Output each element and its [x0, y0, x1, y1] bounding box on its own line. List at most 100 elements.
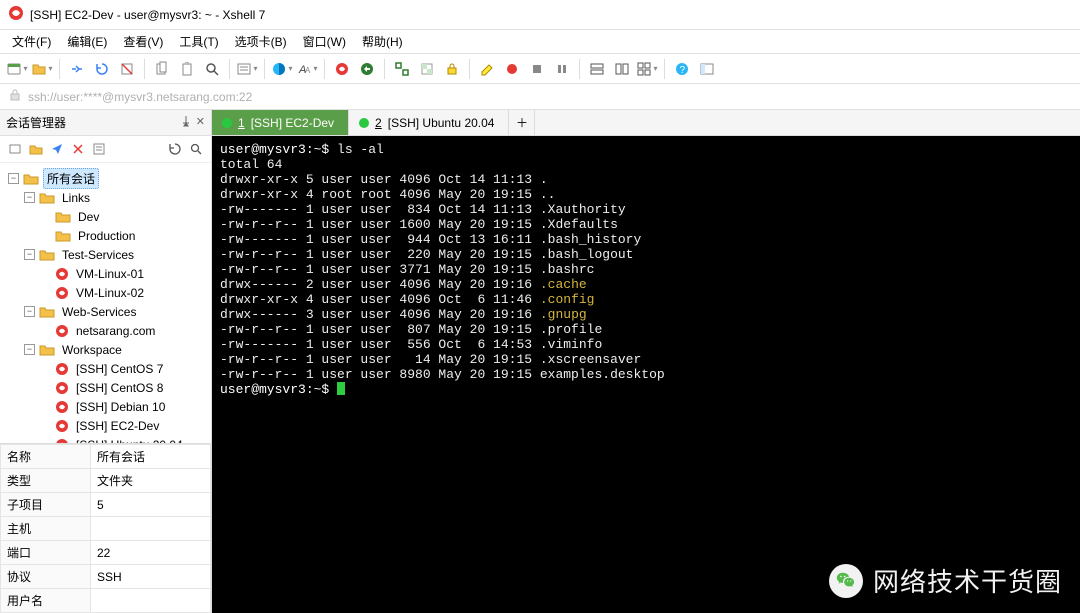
- menu-window[interactable]: 窗口(W): [295, 30, 354, 53]
- svg-text:A: A: [305, 66, 311, 75]
- sidebar-newfolder-icon[interactable]: [27, 140, 45, 158]
- sidebar-close-icon[interactable]: ✕: [196, 115, 205, 130]
- tree-links[interactable]: Links: [59, 190, 93, 206]
- addressbar: ssh://user:****@mysvr3.netsarang.com:22: [0, 84, 1080, 110]
- font-icon[interactable]: AA▾: [296, 58, 318, 80]
- properties-panel: 名称所有会话 类型文件夹 子项目5 主机 端口22 协议SSH 用户名: [0, 443, 211, 613]
- reconnect-icon[interactable]: [91, 58, 113, 80]
- properties-icon[interactable]: ▾: [236, 58, 258, 80]
- prop-row: 名称所有会话: [1, 445, 211, 469]
- stop-icon[interactable]: [526, 58, 548, 80]
- menu-view[interactable]: 查看(V): [115, 30, 171, 53]
- collapse-icon[interactable]: −: [24, 344, 35, 355]
- tab-ec2-dev[interactable]: 1 [SSH] EC2-Dev: [212, 110, 349, 135]
- pause-icon[interactable]: [551, 58, 573, 80]
- tab-ubuntu[interactable]: 2 [SSH] Ubuntu 20.04: [349, 110, 509, 135]
- tree-web-ns[interactable]: netsarang.com: [73, 323, 158, 339]
- tree-web[interactable]: Web-Services: [59, 304, 139, 320]
- window-title: [SSH] EC2-Dev - user@mysvr3: ~ - Xshell …: [30, 8, 265, 22]
- titlebar: [SSH] EC2-Dev - user@mysvr3: ~ - Xshell …: [0, 0, 1080, 30]
- tree-links-dev[interactable]: Dev: [75, 209, 102, 225]
- tree-test[interactable]: Test-Services: [59, 247, 137, 263]
- status-dot-icon: [359, 118, 369, 128]
- session-tree[interactable]: − 所有会话 − Links Dev Production: [0, 163, 211, 443]
- tile-vertical-icon[interactable]: [611, 58, 633, 80]
- sidebar-send-icon[interactable]: [48, 140, 66, 158]
- sidebar-new-icon[interactable]: [6, 140, 24, 158]
- sidebar-refresh-icon[interactable]: [166, 140, 184, 158]
- connect-icon[interactable]: [66, 58, 88, 80]
- sidebar-delete-icon[interactable]: [69, 140, 87, 158]
- session-icon: [55, 286, 69, 300]
- collapse-icon[interactable]: −: [8, 173, 19, 184]
- folder-icon: [39, 343, 55, 356]
- prop-val: SSH: [91, 565, 211, 589]
- tree-vm2[interactable]: VM-Linux-02: [73, 285, 147, 301]
- prop-row: 类型文件夹: [1, 469, 211, 493]
- new-session-icon[interactable]: ▾: [6, 58, 28, 80]
- collapse-icon[interactable]: −: [24, 306, 35, 317]
- collapse-icon[interactable]: −: [24, 249, 35, 260]
- sidebar-search-icon[interactable]: [187, 140, 205, 158]
- help-icon[interactable]: ?: [671, 58, 693, 80]
- sidebar-props-icon[interactable]: [90, 140, 108, 158]
- prop-key: 协议: [1, 565, 91, 589]
- prop-key: 名称: [1, 445, 91, 469]
- prop-key: 主机: [1, 517, 91, 541]
- tree-ws-ec2[interactable]: [SSH] EC2-Dev: [73, 418, 162, 434]
- prop-row: 用户名: [1, 589, 211, 613]
- svg-text:?: ?: [680, 65, 686, 76]
- plus-icon: ＋: [516, 114, 528, 131]
- find-icon[interactable]: [201, 58, 223, 80]
- tab-label: [SSH] Ubuntu 20.04: [388, 116, 495, 130]
- menu-tabs[interactable]: 选项卡(B): [227, 30, 295, 53]
- tile-horizontal-icon[interactable]: [586, 58, 608, 80]
- tree-links-prod[interactable]: Production: [75, 228, 138, 244]
- menu-edit[interactable]: 编辑(E): [59, 30, 115, 53]
- fullscreen-icon[interactable]: [391, 58, 413, 80]
- session-icon: [55, 324, 69, 338]
- addressbar-text[interactable]: ssh://user:****@mysvr3.netsarang.com:22: [28, 90, 252, 104]
- sidebar-pin-icon[interactable]: [180, 115, 192, 130]
- session-manager: 会话管理器 ✕ − 所有会话: [0, 110, 212, 613]
- xftp-icon[interactable]: [356, 58, 378, 80]
- disconnect-icon[interactable]: [116, 58, 138, 80]
- collapse-icon[interactable]: −: [24, 192, 35, 203]
- lock-icon[interactable]: [441, 58, 463, 80]
- tree-vm1[interactable]: VM-Linux-01: [73, 266, 147, 282]
- session-icon: [55, 381, 69, 395]
- menubar: 文件(F) 编辑(E) 查看(V) 工具(T) 选项卡(B) 窗口(W) 帮助(…: [0, 30, 1080, 54]
- folder-icon: [39, 191, 55, 204]
- terminal-area: 1 [SSH] EC2-Dev 2 [SSH] Ubuntu 20.04 ＋ u…: [212, 110, 1080, 613]
- color-scheme-icon[interactable]: ▾: [271, 58, 293, 80]
- menu-file[interactable]: 文件(F): [4, 30, 59, 53]
- tree-ws-c7[interactable]: [SSH] CentOS 7: [73, 361, 166, 377]
- tab-number: 1: [238, 116, 245, 130]
- open-session-icon[interactable]: ▾: [31, 58, 53, 80]
- folder-icon: [39, 248, 55, 261]
- tab-number: 2: [375, 116, 382, 130]
- menu-tools[interactable]: 工具(T): [171, 30, 226, 53]
- tab-label: [SSH] EC2-Dev: [251, 116, 334, 130]
- toggle-panel-icon[interactable]: [696, 58, 718, 80]
- prop-val: 5: [91, 493, 211, 517]
- tree-workspace[interactable]: Workspace: [59, 342, 125, 358]
- transparent-icon[interactable]: [416, 58, 438, 80]
- terminal[interactable]: user@mysvr3:~$ ls -al total 64 drwxr-xr-…: [212, 136, 1080, 613]
- paste-icon[interactable]: [176, 58, 198, 80]
- tabstrip: 1 [SSH] EC2-Dev 2 [SSH] Ubuntu 20.04 ＋: [212, 110, 1080, 136]
- tree-ws-c8[interactable]: [SSH] CentOS 8: [73, 380, 166, 396]
- tab-add-button[interactable]: ＋: [509, 110, 535, 135]
- session-icon: [55, 419, 69, 433]
- toolbar: ▾ ▾ ▾ ▾ AA▾ ▾ ?: [0, 54, 1080, 84]
- tile-grid-icon[interactable]: ▾: [636, 58, 658, 80]
- xagent-icon[interactable]: [331, 58, 353, 80]
- record-icon[interactable]: [501, 58, 523, 80]
- menu-help[interactable]: 帮助(H): [354, 30, 411, 53]
- tree-ws-deb[interactable]: [SSH] Debian 10: [73, 399, 168, 415]
- folder-icon: [23, 172, 39, 185]
- copy-icon[interactable]: [151, 58, 173, 80]
- tree-root[interactable]: 所有会话: [43, 168, 99, 189]
- session-icon: [55, 267, 69, 281]
- highlight-icon[interactable]: [476, 58, 498, 80]
